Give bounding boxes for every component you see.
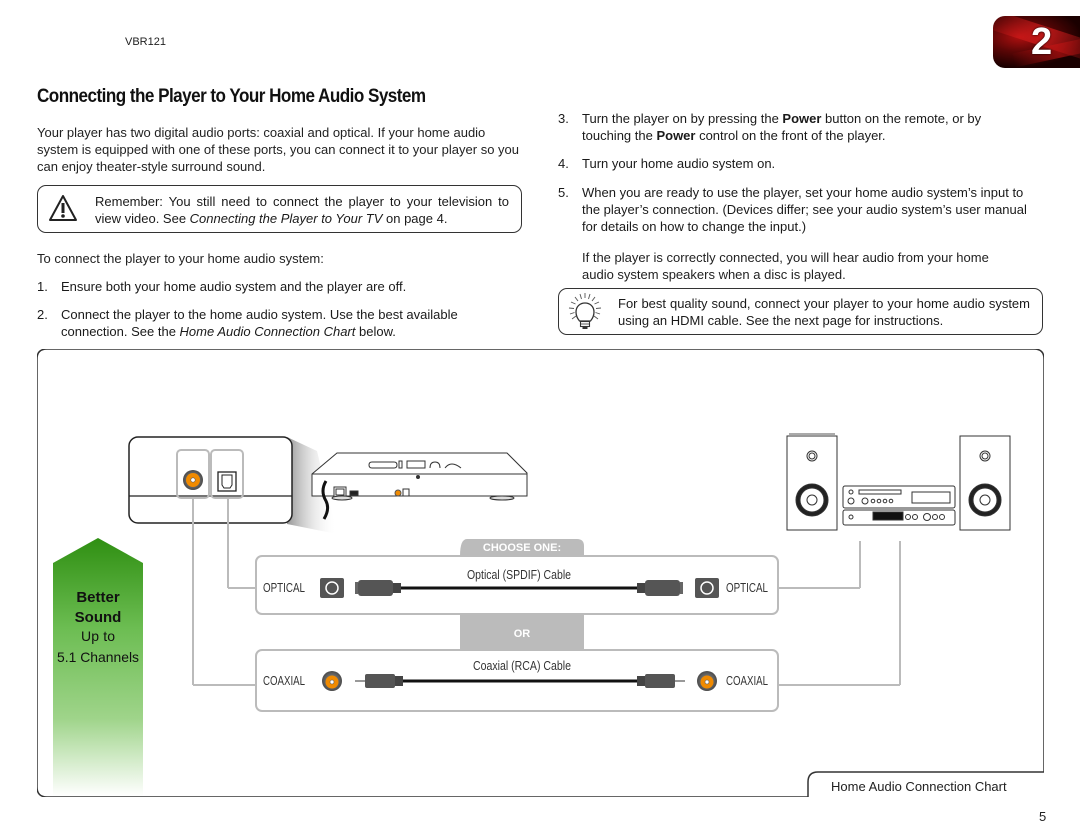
blu-ray-player-illustration bbox=[311, 452, 528, 520]
optical-port-label-left: OPTICAL bbox=[263, 580, 305, 595]
arrow-label-upto: Up to bbox=[81, 628, 115, 644]
or-label: OR bbox=[514, 628, 531, 640]
step-2: 2. Connect the player to the home audio … bbox=[37, 306, 521, 340]
warning-note: Remember: You still need to connect the … bbox=[37, 185, 522, 233]
tip-note: For best quality sound, connect your pla… bbox=[558, 288, 1043, 335]
coaxial-port-label-right: COAXIAL bbox=[726, 673, 768, 688]
step-text-part: control on the front of the player. bbox=[695, 128, 886, 143]
chart-caption: Home Audio Connection Chart bbox=[831, 779, 1007, 794]
arrow-label-channels: 5.1 Channels bbox=[57, 649, 139, 665]
step-text: Ensure both your home audio system and t… bbox=[61, 279, 407, 294]
step-text-part: Turn the player on by pressing the bbox=[582, 111, 783, 126]
chapter-badge: 2 bbox=[993, 16, 1080, 68]
step-number: 1. bbox=[37, 279, 48, 294]
step-5: 5. When you are ready to use the player,… bbox=[558, 184, 1043, 235]
warning-link-reference[interactable]: Connecting the Player to Your TV bbox=[190, 211, 383, 226]
chapter-number: 2 bbox=[1031, 21, 1053, 63]
coaxial-port-label-left: COAXIAL bbox=[263, 673, 305, 688]
model-number: VBR121 bbox=[125, 36, 166, 48]
power-keyword: Power bbox=[782, 111, 822, 126]
step-number: 3. bbox=[558, 111, 569, 126]
home-audio-connection-chart: Better Sound Up to 5.1 Channels CHOOSE O… bbox=[37, 349, 1044, 797]
step-text: Turn the player on by pressing the Power… bbox=[582, 110, 1032, 144]
step-text: When you are ready to use the player, se… bbox=[582, 185, 1027, 234]
step-1: 1. Ensure both your home audio system an… bbox=[37, 278, 521, 295]
result-paragraph: If the player is correctly connected, yo… bbox=[582, 250, 989, 282]
coaxial-cable-label: Coaxial (RCA) Cable bbox=[473, 658, 571, 673]
lightbulb-icon bbox=[568, 293, 602, 329]
optical-port-icon bbox=[217, 471, 237, 492]
choose-one-label: CHOOSE ONE: bbox=[483, 542, 561, 554]
optical-cable-label: Optical (SPDIF) Cable bbox=[467, 567, 571, 582]
home-audio-system-illustration bbox=[786, 433, 1011, 531]
coaxial-port-icon bbox=[183, 470, 203, 490]
page-title: Connecting the Player to Your Home Audio… bbox=[37, 86, 426, 107]
step-number: 5. bbox=[558, 185, 569, 200]
chart-reference: Home Audio Connection Chart bbox=[179, 324, 356, 339]
warning-text: Remember: You still need to connect the … bbox=[95, 193, 509, 227]
step-text: Connect the player to the home audio sys… bbox=[61, 306, 511, 340]
arrow-label-sound: Sound bbox=[75, 609, 122, 626]
power-keyword: Power bbox=[656, 128, 696, 143]
step-text-part: below. bbox=[355, 324, 396, 339]
warning-text-part: on page 4. bbox=[382, 211, 448, 226]
step-text: Turn your home audio system on. bbox=[582, 156, 776, 171]
step-number: 4. bbox=[558, 156, 569, 171]
quality-arrow bbox=[53, 538, 143, 796]
arrow-label-better: Better bbox=[76, 589, 120, 606]
page-number: 5 bbox=[1039, 809, 1047, 824]
step-3: 3. Turn the player on by pressing the Po… bbox=[558, 110, 1043, 144]
list-intro: To connect the player to your home audio… bbox=[37, 251, 324, 266]
optical-port-label-right: OPTICAL bbox=[726, 580, 768, 595]
warning-triangle-icon bbox=[49, 195, 77, 221]
tip-text: For best quality sound, connect your pla… bbox=[618, 296, 1030, 328]
intro-paragraph: Your player has two digital audio ports:… bbox=[37, 125, 519, 174]
step-number: 2. bbox=[37, 307, 48, 322]
step-4: 4. Turn your home audio system on. bbox=[558, 155, 1043, 172]
